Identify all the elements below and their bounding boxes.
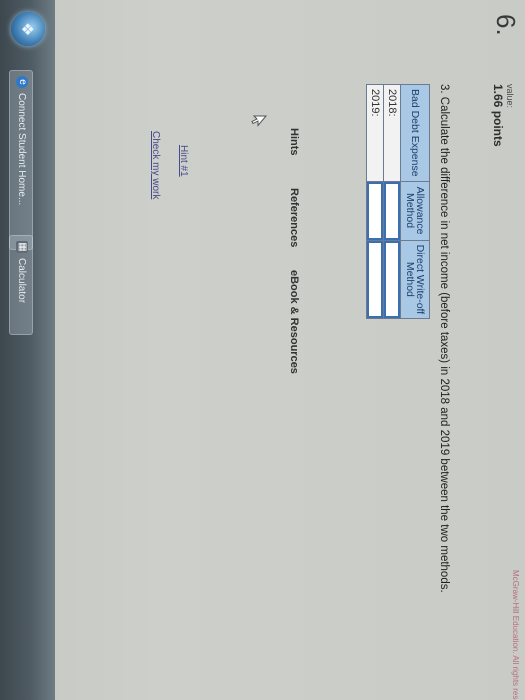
assignment-page: 6. value: 1.66 points 3. Calculate the d… (0, 0, 525, 700)
table-row-2019: 2019: (366, 84, 384, 319)
row-label-2018: 2018: (383, 84, 401, 182)
hint-1-link[interactable]: Hint #1 (178, 145, 189, 177)
input-2019-direct[interactable] (367, 240, 383, 319)
tab-references[interactable]: References (288, 188, 300, 247)
input-2018-direct[interactable] (384, 240, 400, 319)
row-label-2019: 2019: (366, 84, 384, 182)
question-number: 6. (491, 14, 521, 36)
table-row-2018: 2018: (383, 84, 401, 319)
question-prompt: 3. Calculate the difference in net incom… (438, 84, 450, 593)
input-cell-2019-allowance[interactable] (366, 181, 384, 241)
input-cell-2018-direct[interactable] (383, 240, 401, 319)
input-cell-2019-direct[interactable] (366, 240, 384, 319)
taskbar: ❖ e Connect Student Home... ▦ Calculator (0, 0, 55, 700)
taskbar-item-calculator[interactable]: ▦ Calculator (9, 235, 33, 335)
table-header-row: Bad Debt Expense Allowance Method Direct… (400, 84, 430, 319)
header-direct-writeoff-method: Direct Write-off Method (400, 240, 430, 319)
taskbar-item-calculator-label: Calculator (16, 258, 27, 304)
value-label: value: (505, 84, 515, 109)
tab-hints[interactable]: Hints (288, 128, 300, 156)
input-2019-allowance[interactable] (367, 181, 383, 240)
input-2018-allowance[interactable] (384, 181, 400, 240)
taskbar-item-browser-label: Connect Student Home... (16, 93, 27, 206)
taskbar-item-browser[interactable]: e Connect Student Home... (9, 70, 33, 250)
header-bad-debt-expense: Bad Debt Expense (400, 84, 430, 182)
header-allowance-method: Allowance Method (400, 181, 430, 241)
header-allowance-line2: Method (404, 193, 416, 229)
points-value: 1.66 points (491, 84, 505, 147)
internet-explorer-icon: e (16, 76, 28, 88)
answer-table: Bad Debt Expense Allowance Method Direct… (366, 84, 430, 319)
tab-ebook-resources[interactable]: eBook & Resources (288, 270, 300, 374)
copyright-notice: McGraw-Hill Education. All rights reserv… (511, 570, 520, 700)
calculator-icon: ▦ (16, 241, 28, 253)
windows-orb-icon[interactable]: ❖ (11, 12, 45, 46)
header-direct-line2: Method (404, 261, 416, 297)
mouse-pointer-icon (246, 115, 268, 129)
input-cell-2018-allowance[interactable] (383, 181, 401, 241)
check-my-work-link[interactable]: Check my work (150, 131, 161, 199)
screen: 6. value: 1.66 points 3. Calculate the d… (0, 0, 525, 700)
